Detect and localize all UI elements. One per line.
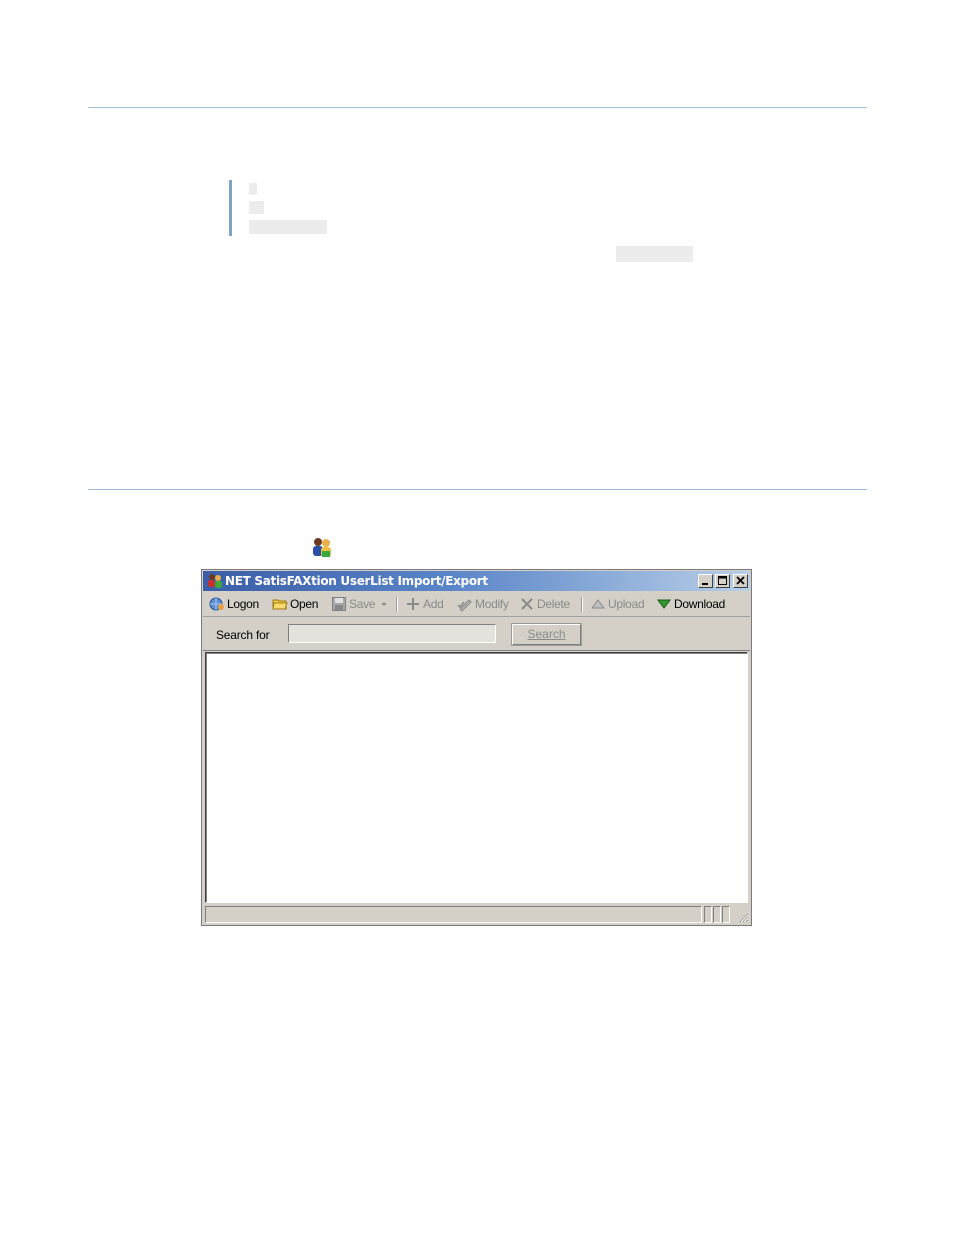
status-pane: [205, 906, 702, 923]
callout-bar: [229, 180, 232, 236]
resize-grip-icon[interactable]: [737, 911, 749, 923]
search-button[interactable]: Search: [511, 623, 582, 646]
triangle-up-icon: [591, 599, 605, 609]
maximize-icon: [718, 576, 727, 585]
close-icon: [736, 576, 745, 585]
modify-label: Modify: [475, 597, 509, 611]
status-pane: [713, 906, 721, 923]
x-delete-icon: [521, 598, 533, 610]
open-label: Open: [290, 597, 319, 611]
modify-button[interactable]: Modify: [457, 596, 509, 612]
toolbar-separator: [581, 597, 583, 612]
save-button[interactable]: Save: [331, 596, 389, 612]
delete-button[interactable]: Delete: [519, 596, 570, 612]
redacted-block: [249, 183, 257, 195]
redacted-block: [249, 220, 327, 234]
search-label: Search for: [216, 628, 270, 642]
add-button[interactable]: Add: [405, 596, 444, 612]
search-input[interactable]: [288, 624, 496, 643]
redacted-block: [616, 246, 693, 262]
section-divider-top: [88, 107, 867, 108]
logon-button[interactable]: Logon: [209, 596, 259, 612]
folder-open-icon: [272, 599, 288, 610]
section-divider-middle: [88, 489, 867, 490]
floppy-disk-icon: [332, 597, 346, 611]
chevron-down-icon: [381, 603, 388, 606]
pencil-check-icon: [457, 599, 472, 612]
userlist-window: NET SatisFAXtion UserList Import/Export …: [201, 569, 752, 926]
save-label: Save: [349, 597, 376, 611]
redacted-block: [249, 201, 264, 214]
maximize-button[interactable]: [715, 574, 730, 588]
user-list[interactable]: [205, 652, 748, 903]
download-button[interactable]: Download: [656, 596, 725, 612]
minimize-icon: [702, 583, 708, 585]
upload-label: Upload: [608, 597, 645, 611]
open-button[interactable]: Open: [272, 596, 318, 612]
app-icon: [208, 574, 222, 588]
toolbar: Logon Open Save Add Modify Delete Upload…: [203, 592, 750, 617]
toolbar-separator: [396, 597, 398, 612]
download-label: Download: [674, 597, 725, 611]
status-pane: [704, 906, 712, 923]
status-pane: [722, 906, 730, 923]
delete-label: Delete: [537, 597, 570, 611]
status-bar: [203, 905, 750, 924]
logon-label: Logon: [227, 597, 259, 611]
triangle-down-icon: [657, 599, 671, 609]
minimize-button[interactable]: [698, 574, 713, 588]
globe-user-icon: [209, 597, 224, 611]
plus-icon: [407, 598, 419, 610]
add-label: Add: [423, 597, 444, 611]
userlist-app-icon: [313, 538, 331, 557]
upload-button[interactable]: Upload: [590, 596, 645, 612]
title-bar[interactable]: NET SatisFAXtion UserList Import/Export: [203, 571, 750, 591]
search-bar: Search for Search: [203, 618, 750, 651]
window-title: NET SatisFAXtion UserList Import/Export: [225, 574, 488, 588]
close-button[interactable]: [733, 574, 748, 588]
